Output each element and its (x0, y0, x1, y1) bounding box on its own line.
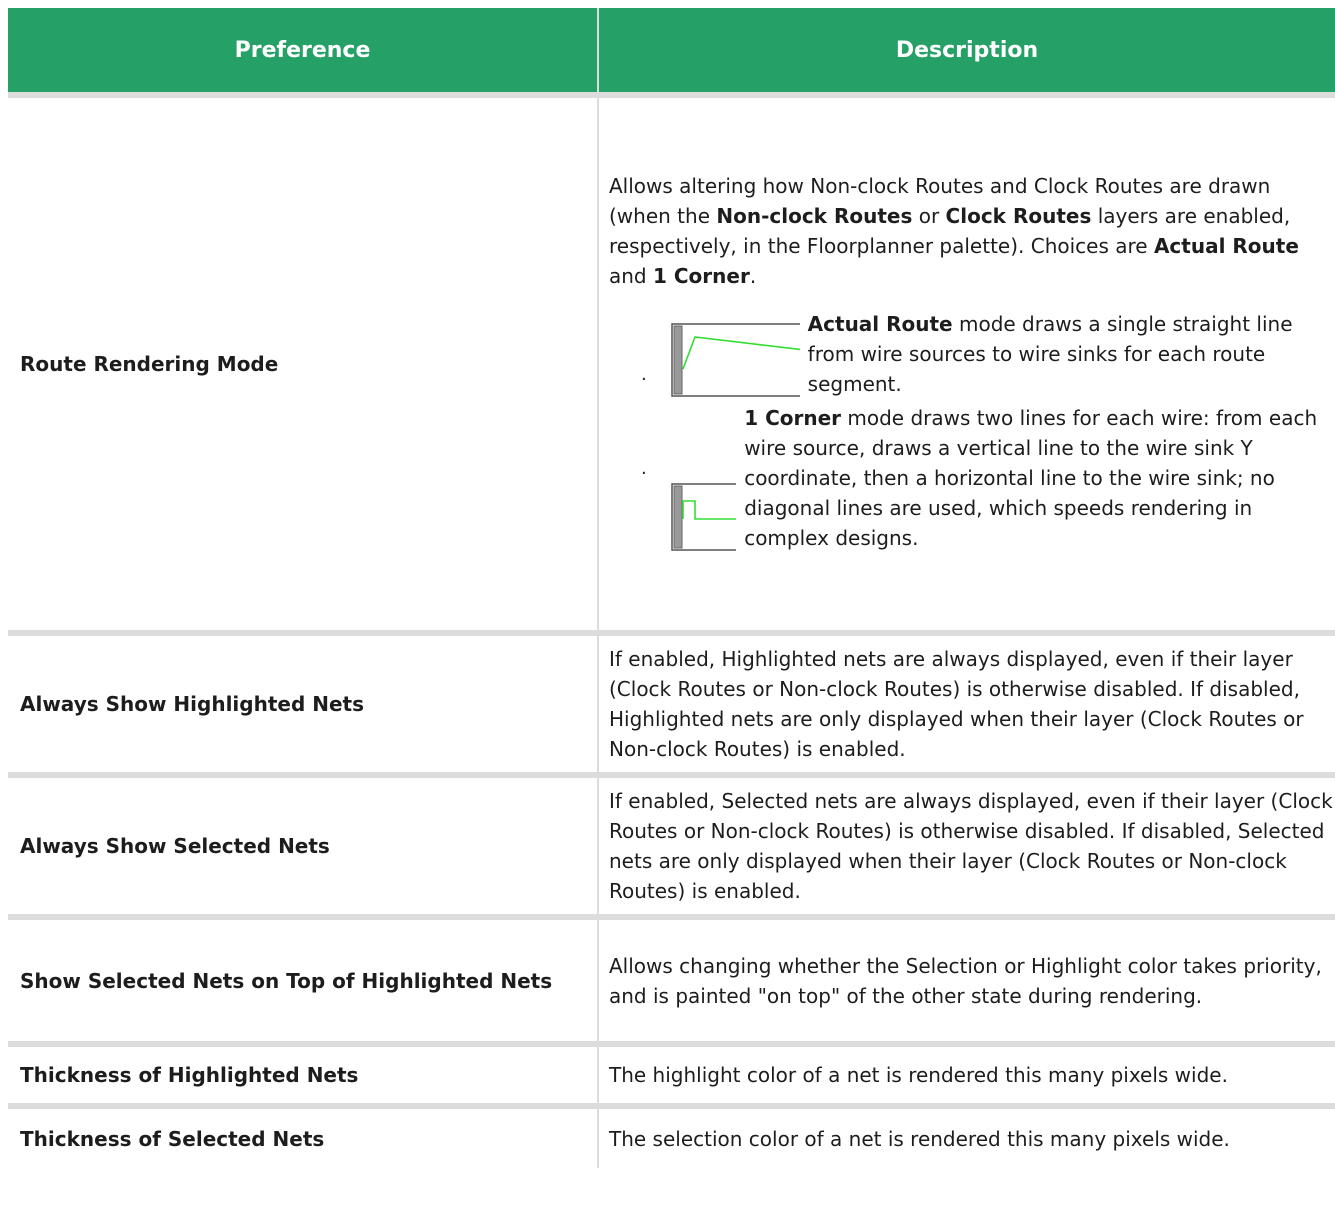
table-row: Route Rendering Mode Allows altering how… (8, 95, 1335, 633)
preference-name: Always Show Highlighted Nets (8, 633, 599, 775)
bullet-icon: · (641, 369, 647, 390)
preference-description: Allows altering how Non-clock Routes and… (598, 95, 1335, 633)
table-row: Always Show Highlighted Nets If enabled,… (8, 633, 1335, 775)
preference-description: If enabled, Selected nets are always dis… (609, 789, 1333, 903)
preference-name: Thickness of Highlighted Nets (8, 1044, 599, 1106)
table-row: Always Show Selected Nets If enabled, Se… (8, 775, 1335, 917)
preference-description: Allows changing whether the Selection or… (609, 953, 1322, 1008)
mode-caption: Actual Route mode draws a single straigh… (807, 312, 1293, 396)
bullet-icon: · (641, 463, 647, 484)
route-mode-list: · Actual Route mode draws a single strai… (609, 309, 1335, 553)
route-mode-intro: Allows altering how Non-clock Routes and… (609, 174, 1299, 288)
actual-route-preview-image (671, 323, 800, 397)
list-item: · 1 Corner mode draws two lines for each… (639, 403, 1335, 553)
table-row: Show Selected Nets on Top of Highlighted… (8, 917, 1335, 1044)
mode-line: 1 Corner mode draws two lines for each w… (671, 403, 1335, 553)
list-item: · Actual Route mode draws a single strai… (639, 309, 1335, 399)
one-corner-preview-image (671, 483, 737, 551)
header-preference: Preference (8, 8, 599, 95)
preference-name: Always Show Selected Nets (8, 775, 599, 917)
table-row: Thickness of Selected Nets The selection… (8, 1106, 1335, 1168)
table-header: Preference Description (8, 8, 1335, 95)
header-description: Description (598, 8, 1335, 95)
preference-name: Thickness of Selected Nets (8, 1106, 599, 1168)
preference-description: If enabled, Highlighted nets are always … (609, 647, 1304, 761)
preferences-table: Preference Description Route Rendering M… (8, 8, 1335, 1168)
preference-name: Show Selected Nets on Top of Highlighted… (8, 917, 599, 1044)
preference-name: Route Rendering Mode (8, 95, 599, 633)
preference-description: The highlight color of a net is rendered… (609, 1063, 1228, 1087)
header-row: Preference Description (8, 8, 1335, 95)
mode-line: Actual Route mode draws a single straigh… (671, 309, 1335, 399)
mode-caption: 1 Corner mode draws two lines for each w… (744, 406, 1318, 550)
table-row: Thickness of Highlighted Nets The highli… (8, 1044, 1335, 1106)
preference-description: The selection color of a net is rendered… (609, 1126, 1230, 1151)
